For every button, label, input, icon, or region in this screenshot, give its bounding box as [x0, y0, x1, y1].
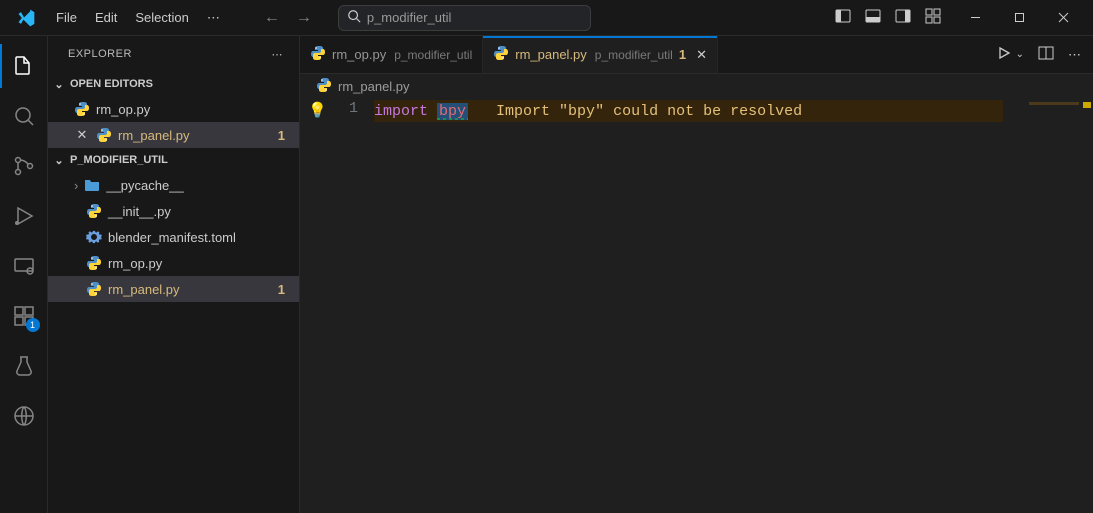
command-center-search[interactable]: p_modifier_util — [338, 5, 592, 31]
activity-live-share[interactable] — [0, 394, 48, 438]
python-file-icon — [86, 255, 102, 271]
inline-warning: Import "bpy" could not be resolved — [496, 103, 802, 120]
chevron-down-icon: ⌄ — [52, 154, 66, 167]
toggle-secondary-sidebar-icon[interactable] — [895, 8, 911, 27]
open-editors-header[interactable]: ⌄ OPEN EDITORS — [48, 72, 299, 96]
python-file-icon — [316, 77, 332, 96]
run-icon[interactable] — [996, 45, 1012, 64]
minimize-button[interactable] — [953, 3, 997, 33]
sidebar-more-icon[interactable]: ⋯ — [272, 48, 284, 61]
python-file-icon — [86, 203, 102, 219]
open-editor-item[interactable]: rm_op.py — [48, 96, 299, 122]
tree-item-label: rm_op.py — [108, 256, 162, 271]
breadcrumb-file: rm_panel.py — [338, 79, 410, 94]
customize-layout-icon[interactable] — [925, 8, 941, 27]
tab-problems-badge: 1 — [679, 47, 686, 62]
layout-controls — [835, 8, 941, 27]
tree-file[interactable]: rm_op.py — [48, 250, 299, 276]
menu-bar: File Edit Selection ⋯ — [48, 6, 228, 30]
line-number: 1 — [338, 100, 358, 117]
nav-forward[interactable]: → — [294, 7, 314, 29]
tree-file[interactable]: blender_manifest.toml — [48, 224, 299, 250]
sidebar-title: EXPLORER ⋯ — [48, 36, 299, 72]
run-dropdown-icon[interactable]: ⌄ — [1016, 49, 1024, 60]
tree-item-label: __init__.py — [108, 204, 171, 219]
search-icon — [347, 9, 361, 26]
open-editors-label: OPEN EDITORS — [70, 78, 153, 90]
menu-file[interactable]: File — [48, 6, 85, 29]
gear-icon — [86, 229, 102, 245]
activity-source-control[interactable] — [0, 144, 48, 188]
toggle-panel-icon[interactable] — [865, 8, 881, 27]
tree-item-label: blender_manifest.toml — [108, 230, 236, 245]
split-editor-icon[interactable] — [1038, 45, 1054, 64]
open-editor-item[interactable]: ✕ rm_panel.py 1 — [48, 122, 299, 148]
code-line[interactable]: import bpy Import "bpy" could not be res… — [374, 100, 1003, 122]
chevron-right-icon: › — [74, 178, 78, 193]
editor-tabs: rm_op.py p_modifier_util rm_panel.py p_m… — [300, 36, 1093, 74]
activity-explorer[interactable] — [0, 44, 48, 88]
nav-group: ← → — [262, 7, 314, 29]
menu-more[interactable]: ⋯ — [199, 6, 228, 30]
breadcrumb[interactable]: rm_panel.py — [300, 74, 1093, 98]
tree-file[interactable]: rm_panel.py 1 — [48, 276, 299, 302]
activity-bar: 1 — [0, 36, 48, 513]
keyword-token: import — [374, 103, 428, 120]
close-button[interactable] — [1041, 3, 1085, 33]
folder-header[interactable]: ⌄ P_MODIFIER_UTIL — [48, 148, 299, 172]
sidebar-title-text: EXPLORER — [68, 48, 132, 60]
python-file-icon — [310, 45, 326, 64]
tab-subpath: p_modifier_util — [593, 48, 673, 62]
sidebar-explorer: EXPLORER ⋯ ⌄ OPEN EDITORS rm_op.py ✕ rm_… — [48, 36, 300, 513]
overview-ruler[interactable] — [1079, 98, 1093, 513]
problems-badge: 1 — [278, 128, 289, 143]
editor-actions: ⌄ ⋯ — [984, 36, 1093, 73]
activity-extensions[interactable]: 1 — [0, 294, 48, 338]
maximize-button[interactable] — [997, 3, 1041, 33]
menu-selection[interactable]: Selection — [127, 6, 196, 29]
activity-search[interactable] — [0, 94, 48, 138]
module-token: bpy — [437, 103, 468, 120]
python-file-icon — [493, 45, 509, 64]
python-file-icon — [96, 127, 112, 143]
python-file-icon — [74, 101, 90, 117]
tab-rm-op[interactable]: rm_op.py p_modifier_util — [300, 36, 483, 73]
overview-warning-marker — [1083, 102, 1091, 108]
python-file-icon — [86, 281, 102, 297]
folder-icon — [84, 177, 100, 193]
tab-filename: rm_op.py — [332, 47, 386, 62]
code-editor[interactable]: 💡 1 import bpy Import "bpy" could not be… — [300, 98, 1093, 513]
close-icon[interactable]: ✕ — [74, 127, 90, 143]
more-actions-icon[interactable]: ⋯ — [1068, 47, 1081, 63]
tree-item-label: rm_panel.py — [108, 282, 180, 297]
open-editor-filename: rm_panel.py — [118, 128, 190, 143]
search-text: p_modifier_util — [367, 10, 452, 25]
close-icon[interactable]: ✕ — [696, 47, 707, 63]
tree-folder[interactable]: › __pycache__ — [48, 172, 299, 198]
activity-testing[interactable] — [0, 344, 48, 388]
tree-file[interactable]: __init__.py — [48, 198, 299, 224]
tab-subpath: p_modifier_util — [392, 48, 472, 62]
window-controls — [953, 3, 1085, 33]
titlebar: File Edit Selection ⋯ ← → p_modifier_uti… — [0, 0, 1093, 36]
chevron-down-icon: ⌄ — [52, 78, 66, 91]
problems-badge: 1 — [278, 282, 289, 297]
menu-edit[interactable]: Edit — [87, 6, 125, 29]
activity-run-debug[interactable] — [0, 194, 48, 238]
nav-back[interactable]: ← — [262, 7, 282, 29]
vscode-logo — [16, 8, 36, 28]
folder-label: P_MODIFIER_UTIL — [70, 154, 168, 166]
activity-remote[interactable] — [0, 244, 48, 288]
extensions-badge: 1 — [26, 318, 40, 332]
editor-area: rm_op.py p_modifier_util rm_panel.py p_m… — [300, 36, 1093, 513]
lightbulb-icon[interactable]: 💡 — [308, 101, 327, 120]
tab-filename: rm_panel.py — [515, 47, 587, 62]
toggle-primary-sidebar-icon[interactable] — [835, 8, 851, 27]
tree-item-label: __pycache__ — [106, 178, 183, 193]
minimap[interactable] — [1019, 98, 1079, 118]
tab-rm-panel[interactable]: rm_panel.py p_modifier_util 1 ✕ — [483, 36, 718, 73]
open-editor-filename: rm_op.py — [96, 102, 150, 117]
